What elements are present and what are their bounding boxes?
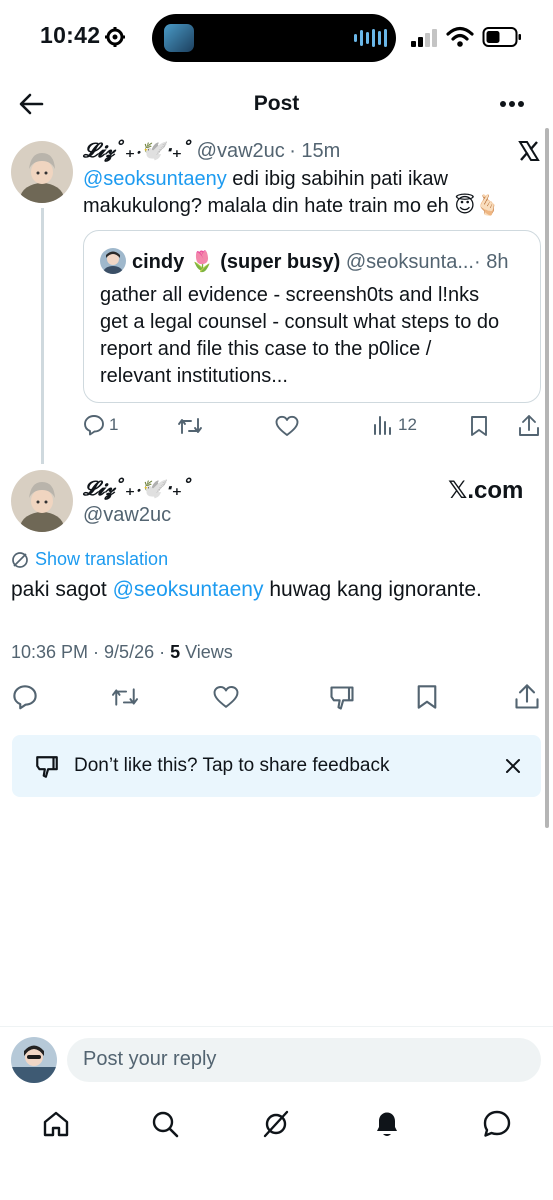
- home-icon[interactable]: [42, 1110, 70, 1138]
- search-icon[interactable]: [151, 1110, 179, 1138]
- wifi-icon: [446, 26, 474, 47]
- quote-line: get a legal counsel - consult what steps…: [100, 311, 500, 333]
- feedback-text: Don’t like this? Tap to share feedback: [74, 755, 390, 776]
- quote-time: · 8h: [474, 251, 509, 273]
- view-count: 12: [398, 415, 417, 434]
- quote-line: report and file this case to the p0lice …: [100, 338, 432, 360]
- quote-header: cindy 🌷 (super busy) @seoksunta...· 8h: [132, 249, 508, 274]
- display-name[interactable]: 𝓛𝓲𝔃˚₊‧🕊️‧₊˚: [83, 476, 192, 500]
- thread-line: [41, 208, 44, 464]
- cellular-signal-icon: [411, 29, 437, 47]
- battery-icon: [482, 27, 521, 47]
- tweet-text: @seoksuntaeny edi ibig sabihin pati ikaw…: [83, 166, 543, 220]
- tweet-timestamp: 10:36 PM · 9/5/26 · 5 Views: [11, 642, 233, 663]
- repost-icon[interactable]: [109, 685, 141, 709]
- page-title: Post: [253, 92, 300, 115]
- handle[interactable]: @vaw2uc: [83, 504, 171, 527]
- dislike-icon: [36, 756, 58, 778]
- tweet-time: · 15m: [289, 140, 341, 162]
- divider: [0, 1026, 553, 1027]
- messages-icon[interactable]: [482, 1109, 512, 1139]
- bookmark-icon[interactable]: [470, 415, 488, 437]
- reply-button[interactable]: 1: [83, 414, 118, 436]
- tweet-text-part: paki sagot: [11, 578, 113, 601]
- x-com-watermark: 𝕏.com: [448, 477, 524, 504]
- x-logo-icon: [518, 141, 540, 161]
- mention-link[interactable]: @seoksuntaeny: [83, 168, 227, 190]
- tweet-text-part: huwag kang ignorante.: [263, 578, 482, 601]
- show-translation[interactable]: Show translation: [11, 549, 168, 570]
- quote-line: relevant institutions...: [100, 365, 288, 387]
- grok-icon[interactable]: [262, 1110, 290, 1138]
- avatar[interactable]: [11, 470, 73, 532]
- views-label: Views: [180, 642, 233, 662]
- status-time: 10:42: [40, 22, 101, 48]
- audio-wave-icon: [354, 28, 387, 48]
- views-icon: [374, 416, 391, 435]
- notifications-icon[interactable]: [373, 1109, 401, 1139]
- like-icon[interactable]: [275, 415, 299, 437]
- quote-handle: @seoksunta...: [345, 251, 474, 273]
- repost-icon[interactable]: [176, 415, 204, 437]
- reply-icon[interactable]: [12, 684, 38, 710]
- timestamp-text: 10:36 PM · 9/5/26 ·: [11, 642, 171, 662]
- quote-display-name: cindy 🌷 (super busy): [132, 251, 341, 273]
- quote-line: gather all evidence - screensh0ts and l!…: [100, 284, 480, 306]
- share-icon[interactable]: [514, 683, 540, 711]
- scrollbar[interactable]: [545, 128, 549, 828]
- share-icon[interactable]: [518, 414, 540, 438]
- dislike-icon[interactable]: [328, 684, 356, 712]
- close-icon[interactable]: [505, 758, 521, 774]
- like-icon[interactable]: [212, 685, 240, 709]
- avatar[interactable]: [11, 141, 73, 203]
- bookmark-icon[interactable]: [416, 684, 438, 710]
- views-button[interactable]: 12: [372, 414, 417, 436]
- mention-link[interactable]: @seoksuntaeny: [113, 578, 264, 601]
- views-count[interactable]: 5: [170, 642, 180, 662]
- quote-avatar: [100, 248, 126, 274]
- more-icon[interactable]: [499, 100, 525, 108]
- quote-text: gather all evidence - screensh0ts and l!…: [100, 282, 536, 390]
- show-translation-label: Show translation: [35, 549, 169, 569]
- handle[interactable]: @vaw2uc: [197, 140, 285, 162]
- display-name[interactable]: 𝓛𝓲𝔃˚₊‧🕊️‧₊˚: [83, 138, 192, 162]
- reply-count: 1: [109, 415, 119, 434]
- tweet-text-part: edi ibig sabihin pati ikaw: [226, 168, 448, 190]
- tweet-text-line: makukulong? malala din hate train mo eh …: [83, 195, 501, 217]
- main-display-name-wrap: 𝓛𝓲𝔃˚₊‧🕊️‧₊˚: [83, 476, 192, 500]
- tweet-header: 𝓛𝓲𝔃˚₊‧🕊️‧₊˚ @vaw2uc · 15m: [83, 138, 340, 163]
- reply-input[interactable]: Post your reply: [67, 1038, 541, 1082]
- island-app-icon: [164, 24, 194, 52]
- translate-icon: [12, 551, 28, 568]
- reply-icon: [84, 415, 104, 436]
- main-tweet-text: paki sagot @seoksuntaeny huwag kang igno…: [11, 578, 482, 602]
- user-avatar[interactable]: [11, 1037, 57, 1083]
- settings-gear-icon: [105, 27, 125, 47]
